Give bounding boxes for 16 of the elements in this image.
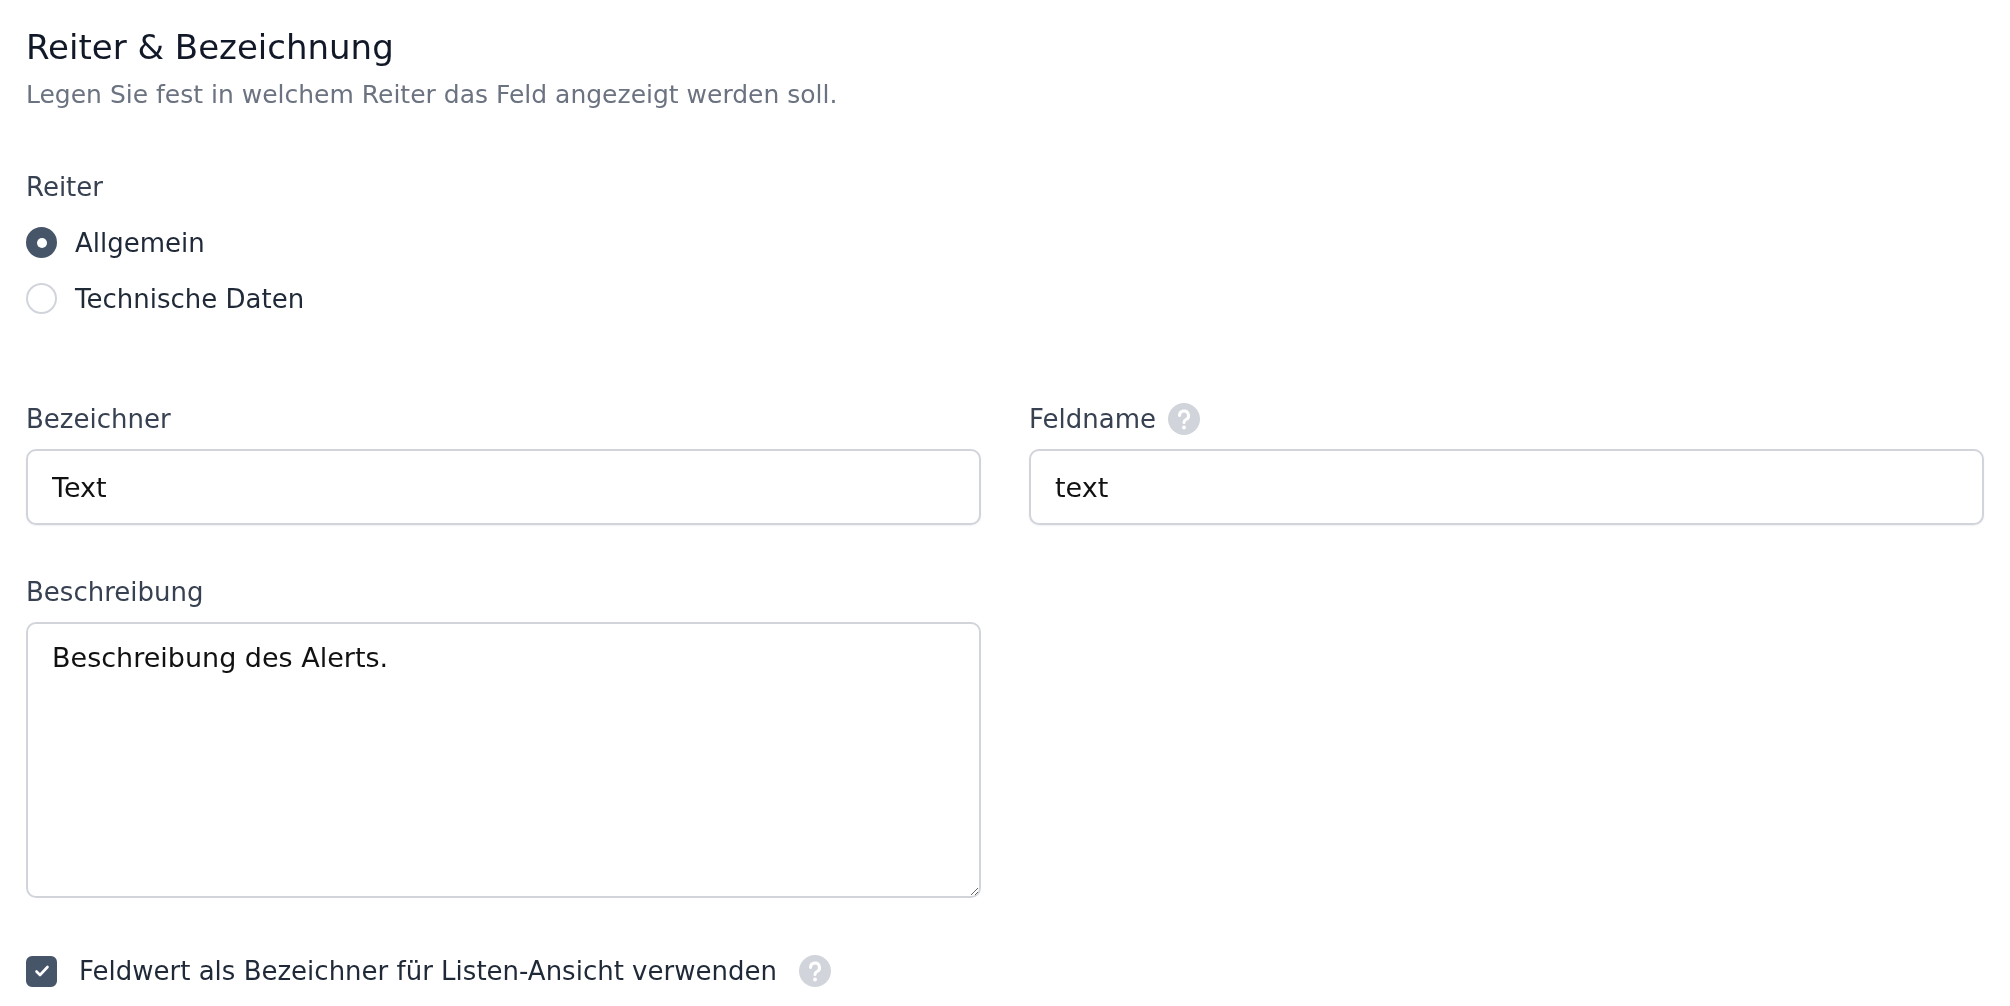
field-label: Beschreibung <box>26 577 204 607</box>
section-description: Legen Sie fest in welchem Reiter das Feld angezeigt werden soll. <box>26 79 839 111</box>
section-title: Reiter & Bezeichnung <box>26 26 395 69</box>
radio-label[interactable]: Technische Daten <box>75 283 305 314</box>
radio-button[interactable] <box>26 227 57 258</box>
checkbox[interactable] <box>26 955 57 987</box>
checkbox-label[interactable]: Feldwert als Bezeichner für Listen-Ansicht verwenden <box>79 956 777 986</box>
field-label: Reiter <box>26 171 104 204</box>
help-icon[interactable] <box>1168 403 1200 435</box>
text-input-field[interactable]: Text <box>26 449 981 525</box>
description-textarea[interactable]: Beschreibung des Alerts. <box>26 622 981 898</box>
help-icon[interactable] <box>798 955 831 987</box>
field-label: Bezeichner <box>26 404 171 434</box>
radio-label[interactable]: Allgemein <box>75 227 205 258</box>
field-label: Feldname <box>1029 404 1156 434</box>
text-input-field[interactable]: text <box>1029 449 1984 525</box>
